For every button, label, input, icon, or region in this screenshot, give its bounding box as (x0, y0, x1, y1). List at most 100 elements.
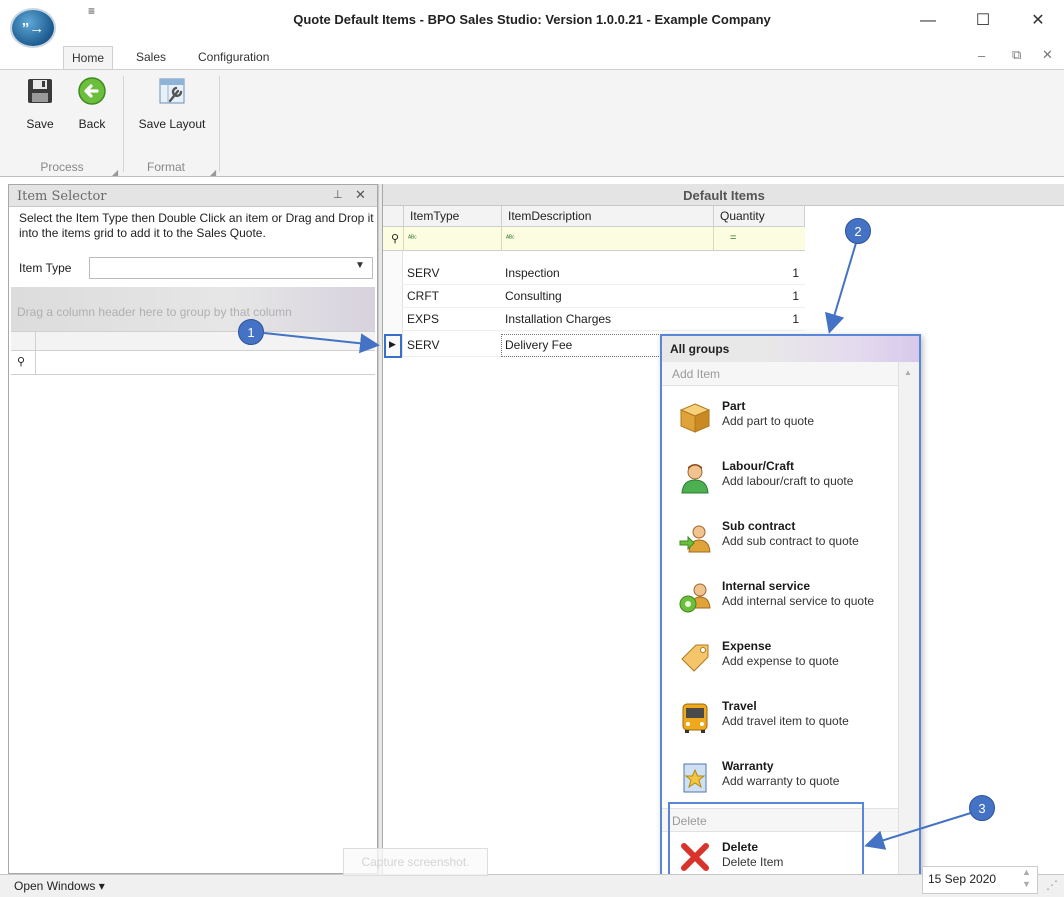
menu-item-labour-craft[interactable]: Labour/Craft Add labour/craft to quote (662, 449, 898, 508)
menu-item-description: Add part to quote (722, 414, 815, 428)
menu-item-description: Add internal service to quote (722, 594, 875, 608)
cell-quantity[interactable]: 1 (713, 262, 805, 285)
column-header-itemtype[interactable]: ItemType (403, 206, 501, 227)
menu-item-description: Add warranty to quote (722, 774, 840, 788)
filter-cell-itemtype[interactable]: ᴬᴮᶜ (403, 227, 501, 251)
date-spinner-icon[interactable]: ▲ ▼ (1022, 866, 1031, 890)
person-icon (681, 464, 709, 494)
maximize-button[interactable]: ☐ (960, 6, 1006, 36)
row-pointer-icon: ▶ (389, 339, 396, 349)
cell-itemtype[interactable]: SERV (403, 334, 501, 357)
group-launcher-icon[interactable]: ◢ (210, 168, 216, 177)
subcontract-icon (679, 525, 711, 553)
menu-item-title: Sub contract (722, 519, 796, 533)
ribbon-panel: Save Back Save Layout Process ◢ Format ◢ (0, 69, 1064, 177)
warranty-star-icon (683, 763, 707, 793)
ribbon-group-separator (219, 76, 220, 172)
date-value: 15 Sep 2020 (928, 872, 997, 886)
group-by-panel[interactable]: Drag a column header here to group by th… (11, 287, 375, 331)
back-button[interactable]: Back (72, 76, 112, 131)
save-layout-button[interactable]: Save Layout (130, 76, 214, 131)
application-menu-button[interactable]: ”→ (10, 8, 56, 48)
item-selector-panel: Item Selector ⊥ ✕ Select the Item Type t… (8, 184, 378, 874)
filter-cell-quantity[interactable]: = (713, 227, 805, 251)
menu-item-part[interactable]: Part Add part to quote (662, 389, 898, 448)
menu-item-description: Add travel item to quote (722, 714, 849, 728)
menu-item-title: Travel (722, 699, 757, 713)
item-selector-caption: Item Selector ⊥ ✕ (9, 185, 377, 207)
menu-item-internal-service[interactable]: Internal service Add internal service to… (662, 569, 898, 628)
menu-item-warranty[interactable]: Warranty Add warranty to quote (662, 749, 898, 808)
price-tag-icon (681, 644, 709, 672)
tab-home[interactable]: Home (63, 46, 114, 71)
save-button[interactable]: Save (20, 76, 60, 131)
filter-pin-icon: ⚲ (17, 356, 26, 368)
annotation-badge-1: 1 (238, 319, 264, 345)
filter-pin-icon: ⚲ (391, 233, 400, 245)
cell-itemtype[interactable]: EXPS (403, 308, 501, 331)
annotation-badge-3: 3 (969, 795, 995, 821)
save-label: Save (26, 117, 54, 131)
column-header-itemdescription[interactable]: ItemDescription (501, 206, 713, 227)
item-grid-column-header[interactable] (35, 331, 375, 351)
cell-itemdescription[interactable]: Installation Charges (501, 308, 713, 331)
table-row[interactable]: CRFT Consulting 1 (383, 285, 805, 308)
equals-filter-icon: = (730, 232, 737, 244)
mdi-close-icon[interactable]: ✕ (1042, 47, 1053, 63)
size-grip-icon[interactable]: ⋰ (1046, 878, 1058, 892)
menu-header: All groups (662, 336, 919, 362)
item-grid-filter-cell[interactable] (35, 351, 375, 375)
menu-header-title: All groups (670, 342, 730, 356)
menu-item-title: Expense (722, 639, 772, 653)
item-type-label: Item Type (19, 261, 72, 275)
cell-quantity[interactable]: 1 (713, 308, 805, 331)
layout-wrench-icon (159, 78, 185, 104)
menu-item-expense[interactable]: Expense Add expense to quote (662, 629, 898, 688)
menu-item-sub-contract[interactable]: Sub contract Add sub contract to quote (662, 509, 898, 568)
pin-icon[interactable]: ⊥ (333, 188, 343, 201)
chevron-down-icon[interactable]: ▼ (355, 260, 365, 271)
internal-service-icon (679, 583, 711, 613)
bus-icon (682, 703, 708, 733)
item-selector-title: Item Selector (17, 189, 107, 204)
mdi-minimize-icon[interactable]: – (978, 48, 985, 63)
cell-quantity[interactable]: 1 (713, 285, 805, 308)
tab-sales[interactable]: Sales (128, 46, 174, 70)
table-row[interactable]: SERV Inspection 1 (383, 262, 805, 285)
cell-itemdescription[interactable]: Inspection (501, 262, 713, 285)
ribbon-group-separator (123, 76, 124, 172)
mdi-restore-icon[interactable]: ⧉ (1012, 47, 1021, 63)
menu-item-title: Part (722, 399, 746, 413)
scroll-up-icon[interactable]: ▲ (904, 368, 912, 377)
floppy-disk-icon (28, 79, 52, 103)
focused-cell-border (501, 334, 661, 357)
column-header-quantity[interactable]: Quantity (713, 206, 805, 227)
text-filter-icon: ᴬᴮᶜ (506, 235, 515, 242)
group-label-process: Process (40, 160, 84, 174)
section-label: Add Item (672, 367, 721, 381)
minimize-button[interactable]: — (905, 6, 951, 36)
group-launcher-icon[interactable]: ◢ (112, 168, 118, 177)
close-icon[interactable]: ✕ (355, 187, 366, 203)
filter-cell-itemdescription[interactable]: ᴬᴮᶜ (501, 227, 713, 251)
menu-scrollbar[interactable] (898, 362, 919, 887)
tab-configuration[interactable]: Configuration (190, 46, 277, 70)
ribbon-tab-strip: Home Sales Configuration (0, 46, 1064, 71)
title-bar: ≡ Quote Default Items - BPO Sales Studio… (0, 0, 1064, 46)
menu-item-title: Warranty (722, 759, 774, 773)
menu-item-title: Internal service (722, 579, 811, 593)
cell-itemtype[interactable]: SERV (403, 262, 501, 285)
save-layout-label: Save Layout (138, 117, 206, 131)
table-row[interactable]: EXPS Installation Charges 1 (383, 308, 805, 331)
item-type-dropdown[interactable] (89, 257, 373, 279)
cell-itemtype[interactable]: CRFT (403, 285, 501, 308)
menu-section-add-item: Add Item (662, 362, 898, 386)
close-window-button[interactable]: ✕ (1015, 6, 1061, 36)
menu-item-travel[interactable]: Travel Add travel item to quote (662, 689, 898, 748)
capture-screenshot-button[interactable]: Capture screenshot. (343, 848, 488, 876)
cell-itemdescription[interactable]: Consulting (501, 285, 713, 308)
back-label: Back (78, 117, 106, 131)
group-label-format: Format (146, 160, 185, 174)
open-windows-button[interactable]: Open Windows ▾ (14, 879, 105, 893)
add-item-context-menu: All groups ▲ ▼ Add Item Part Add part to… (660, 334, 921, 889)
